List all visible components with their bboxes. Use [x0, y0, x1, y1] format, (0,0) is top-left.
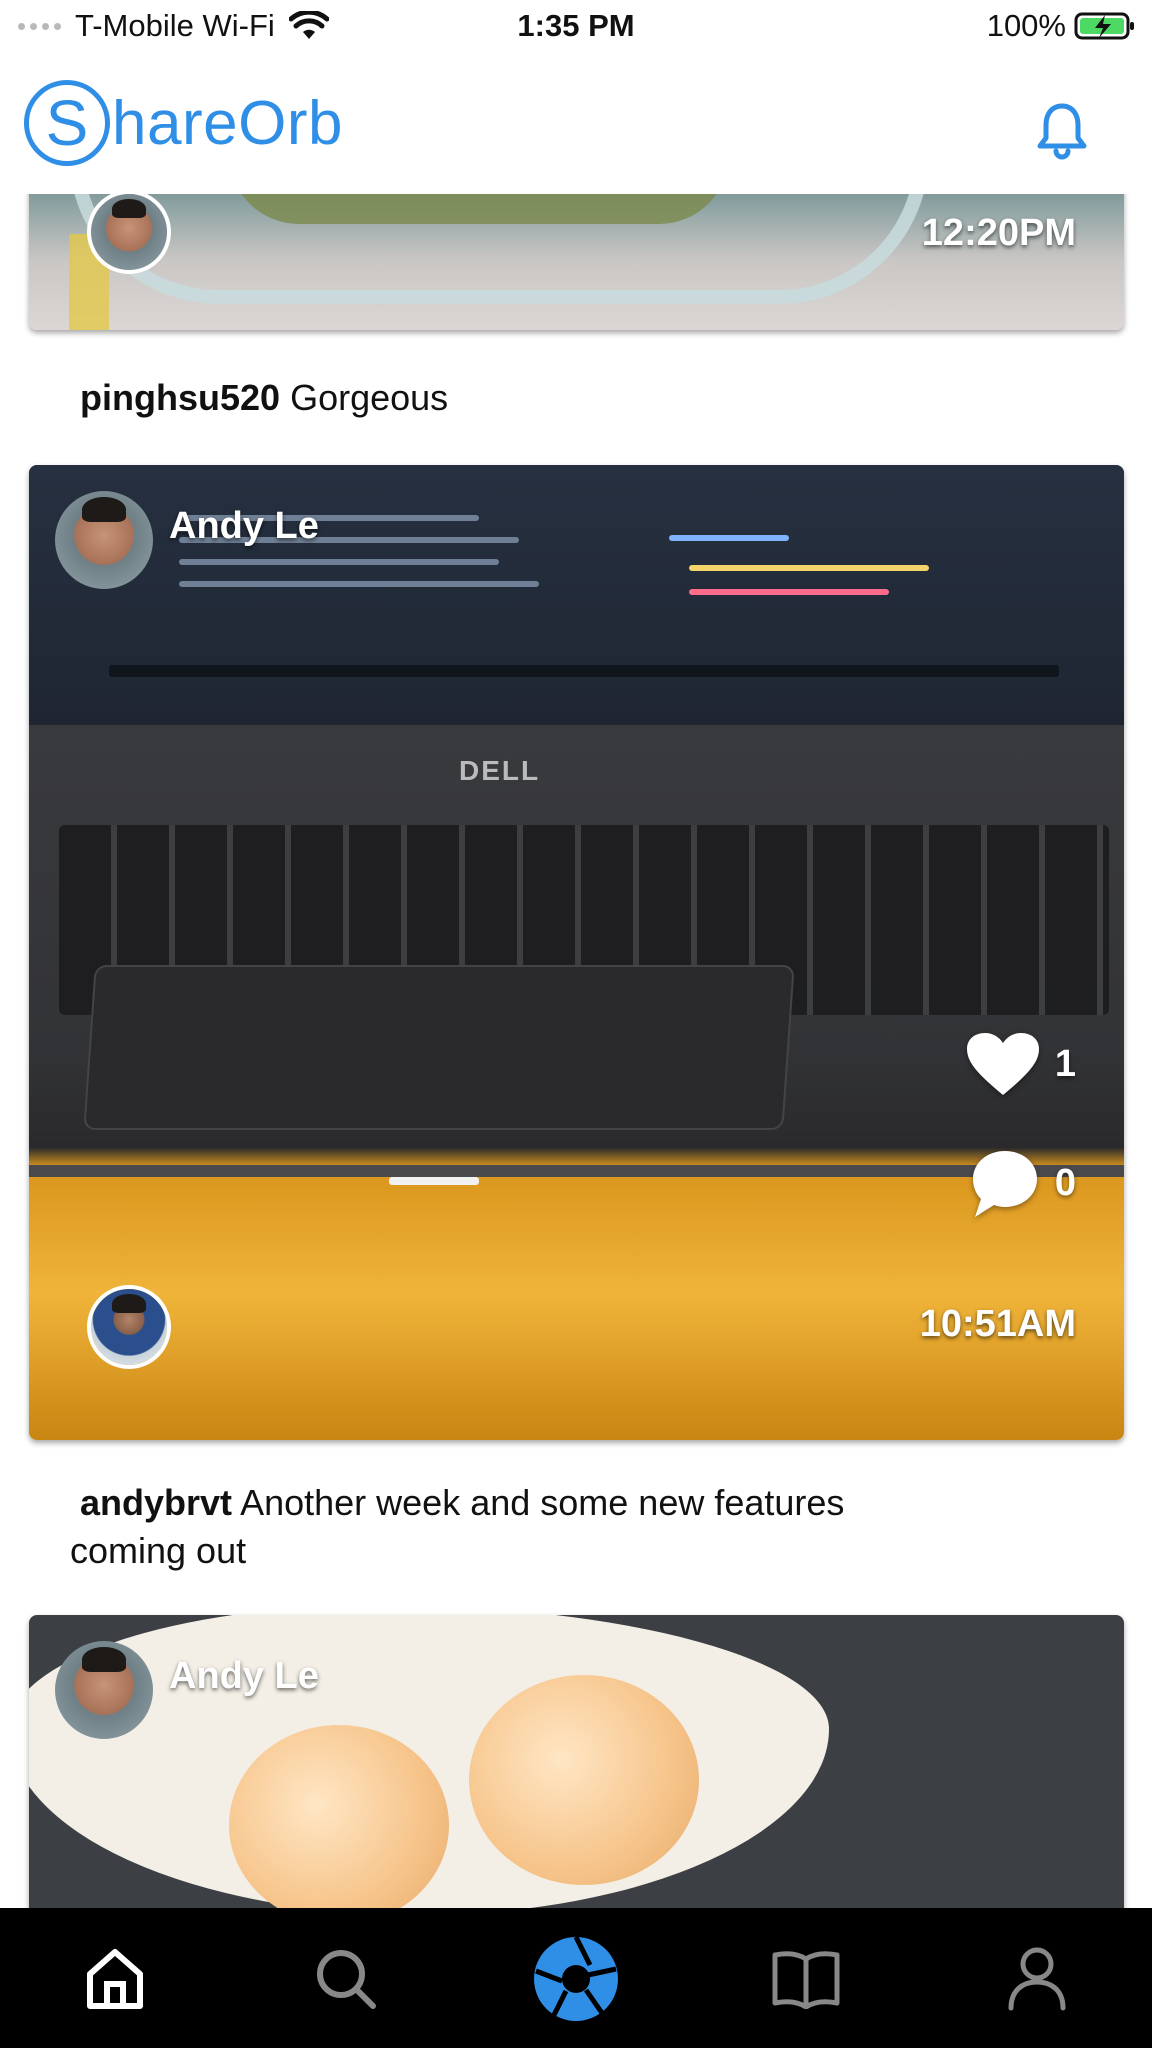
- post-card[interactable]: Andy Le: [29, 1615, 1124, 1908]
- status-bar: T-Mobile Wi-Fi 1:35 PM 100%: [0, 0, 1152, 58]
- post-image-detail: [29, 465, 1124, 725]
- post-author[interactable]: Andy Le: [169, 505, 319, 548]
- bell-icon[interactable]: [1034, 100, 1090, 160]
- tab-profile[interactable]: [992, 1934, 1082, 2024]
- like-count: 1: [1054, 1042, 1076, 1085]
- post-image-detail: [83, 965, 795, 1130]
- tab-search[interactable]: [301, 1934, 391, 2024]
- caption-text: Another week and some new features: [240, 1482, 845, 1523]
- laptop-logo: DELL: [459, 755, 541, 786]
- post-image-detail: [469, 1675, 699, 1885]
- post-image-detail: [29, 1165, 1124, 1177]
- avatar[interactable]: [87, 1285, 171, 1369]
- author-avatar[interactable]: [55, 1641, 153, 1739]
- post-caption: pinghsu520 Gorgeous: [80, 374, 448, 422]
- post-caption: andybrvt Another week and some new featu…: [70, 1479, 844, 1575]
- comment-count: 0: [1054, 1161, 1076, 1204]
- tab-camera[interactable]: [531, 1934, 621, 2024]
- feed[interactable]: 12:20PM pinghsu520 Gorgeous DELL Andy Le: [0, 194, 1152, 1908]
- post-image-detail: [69, 194, 929, 304]
- author-avatar[interactable]: [55, 491, 153, 589]
- tab-bar: [0, 1908, 1152, 2048]
- status-right: 100%: [987, 8, 1136, 44]
- logo-circle: S: [24, 80, 110, 166]
- comment-icon: [972, 1151, 1037, 1217]
- post-card[interactable]: 12:20PM: [29, 194, 1124, 330]
- status-time: 1:35 PM: [517, 8, 635, 43]
- caption-text: coming out: [70, 1530, 247, 1571]
- like-button[interactable]: 1: [965, 1031, 1076, 1097]
- post-author[interactable]: Andy Le: [169, 1655, 319, 1698]
- comment-button[interactable]: 0: [969, 1147, 1076, 1219]
- post-time: 10:51AM: [919, 1303, 1076, 1345]
- caption-text: Gorgeous: [290, 377, 449, 418]
- app-header: S hareOrb: [0, 58, 1152, 194]
- tab-home[interactable]: [70, 1934, 160, 2024]
- battery-percent: 100%: [986, 8, 1066, 43]
- post-image-detail: [389, 1177, 479, 1185]
- logo-text: hareOrb: [112, 88, 343, 158]
- avatar[interactable]: [87, 194, 171, 274]
- battery-charging-icon: [1074, 12, 1134, 40]
- heart-icon: [966, 1033, 1039, 1095]
- profile-icon: [1008, 1947, 1066, 2011]
- post-time: 12:20PM: [921, 212, 1076, 254]
- home-icon: [87, 1949, 144, 2009]
- post-card[interactable]: DELL Andy Le 1 0 10:51AM: [29, 465, 1124, 1440]
- camera-icon: [533, 1935, 618, 2021]
- app-logo[interactable]: S hareOrb: [24, 80, 343, 166]
- caption-username[interactable]: pinghsu520: [80, 377, 280, 418]
- book-icon: [772, 1951, 840, 2009]
- tab-book[interactable]: [761, 1934, 851, 2024]
- caption-username[interactable]: andybrvt: [80, 1482, 232, 1523]
- search-icon: [316, 1950, 376, 2009]
